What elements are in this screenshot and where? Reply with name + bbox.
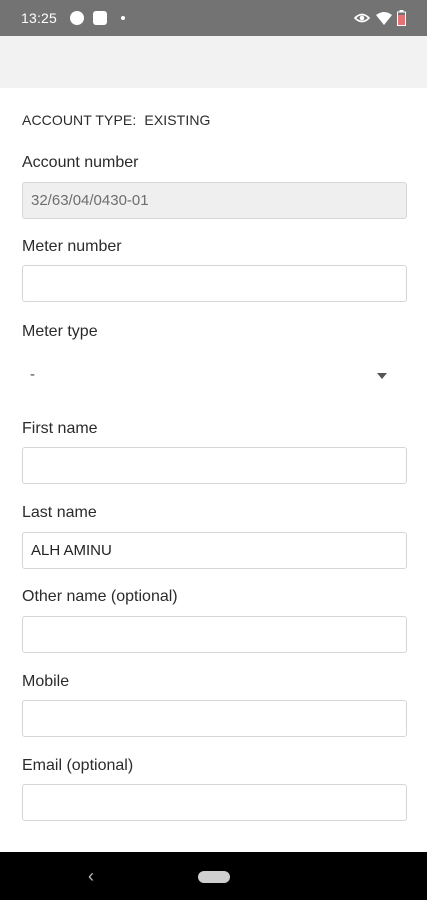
last-name-label: Last name bbox=[22, 504, 97, 521]
first-name-label: First name bbox=[22, 420, 98, 437]
meter-type-dropdown[interactable]: - bbox=[22, 362, 407, 392]
last-name-field[interactable]: ALH AMINU bbox=[22, 532, 407, 569]
status-bar: 13:25 bbox=[0, 0, 427, 36]
other-name-label: Other name (optional) bbox=[22, 588, 178, 605]
account-type-label: ACCOUNT TYPE: bbox=[22, 112, 137, 128]
status-time: 13:25 bbox=[21, 10, 58, 26]
back-icon[interactable]: ‹ bbox=[88, 866, 94, 887]
notification-circle-icon bbox=[70, 11, 84, 25]
email-field[interactable] bbox=[22, 784, 407, 821]
mobile-field[interactable] bbox=[22, 700, 407, 737]
other-name-field[interactable] bbox=[22, 616, 407, 653]
chevron-down-icon bbox=[377, 373, 387, 379]
account-number-field: 32/63/04/0430-01 bbox=[22, 182, 407, 219]
home-button[interactable] bbox=[198, 871, 230, 883]
meter-number-field[interactable] bbox=[22, 265, 407, 302]
first-name-field[interactable] bbox=[22, 447, 407, 484]
app-bar bbox=[0, 36, 427, 88]
battery-icon bbox=[397, 10, 406, 26]
wifi-icon bbox=[376, 12, 392, 25]
meter-number-label: Meter number bbox=[22, 238, 122, 255]
eye-icon bbox=[354, 13, 370, 23]
account-number-label: Account number bbox=[22, 154, 139, 171]
meter-type-label: Meter type bbox=[22, 323, 98, 340]
email-label: Email (optional) bbox=[22, 757, 134, 774]
mobile-label: Mobile bbox=[22, 673, 70, 690]
account-type: ACCOUNT TYPE: EXISTING bbox=[22, 112, 211, 128]
notification-square-icon bbox=[93, 11, 107, 25]
notification-dot-icon bbox=[121, 16, 125, 20]
navigation-bar: ‹ bbox=[0, 852, 427, 900]
account-type-value: EXISTING bbox=[144, 112, 211, 128]
meter-type-value: - bbox=[30, 366, 35, 383]
